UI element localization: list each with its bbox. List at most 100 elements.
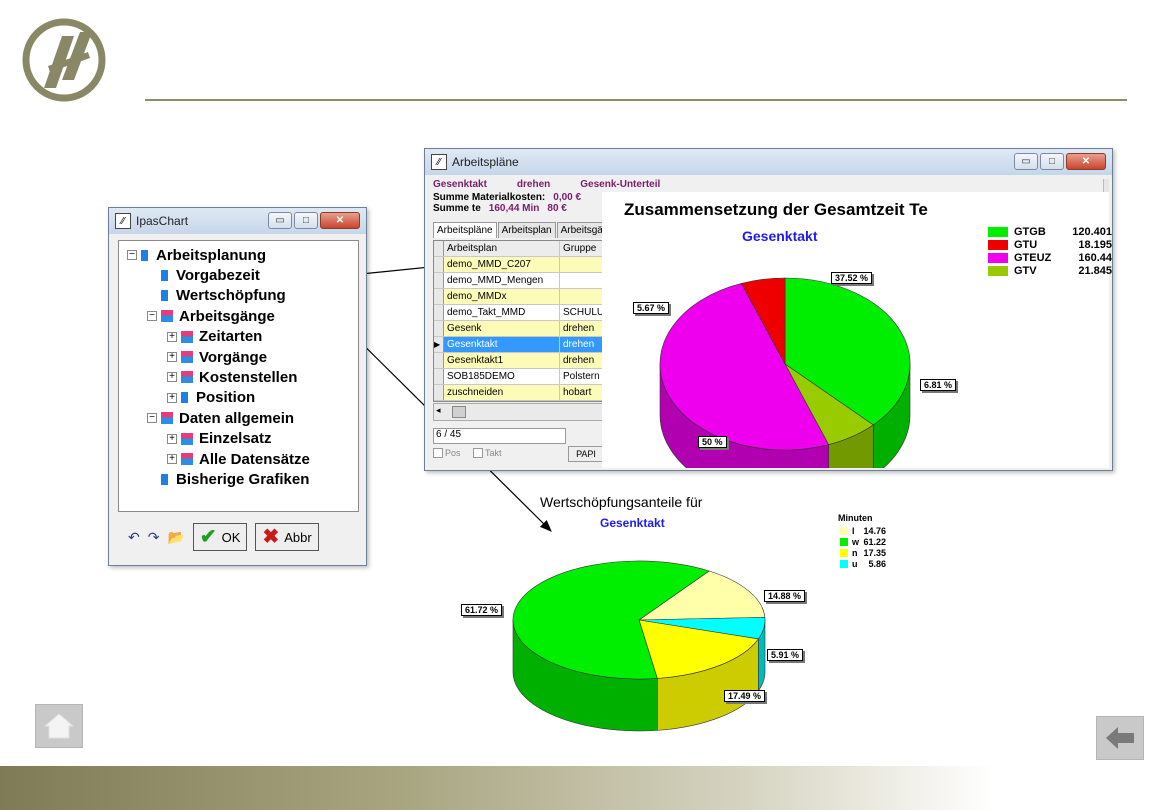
collapse-icon[interactable]: − xyxy=(147,311,157,322)
table-row[interactable]: ▶ Gesenktakt drehen xyxy=(434,337,602,353)
tree-item[interactable]: + Kostenstellen xyxy=(167,367,297,387)
cell-arbeitsplan: Gesenk xyxy=(444,321,560,336)
row-selector[interactable] xyxy=(434,385,444,400)
cell-arbeitsplan: Gesenktakt1 xyxy=(444,353,560,368)
close-button[interactable]: ✕ xyxy=(1066,153,1106,170)
legend-value: 14.76 xyxy=(863,526,886,536)
minimize-button[interactable]: ▭ xyxy=(1014,153,1038,170)
legend-name: GTU xyxy=(1014,239,1038,251)
legend-item: u 5.86 xyxy=(840,559,886,569)
checkbox-icon xyxy=(433,448,443,458)
tree-item-label: Position xyxy=(196,389,256,407)
close-button[interactable]: ✕ xyxy=(320,212,360,229)
tree-item[interactable]: + Zeitarten xyxy=(167,327,262,347)
table-header: Arbeitsplan Gruppe xyxy=(434,241,602,257)
minimize-button[interactable]: ▭ xyxy=(268,212,292,229)
folder-icon xyxy=(181,371,193,384)
legend-item: GTU 18.195 xyxy=(988,239,1112,251)
ipaschart-toolbar: ↶ ↷ 📂 ✔ OK ✖ Abbr xyxy=(118,515,359,559)
tree-item-label: Zeitarten xyxy=(199,328,263,346)
expand-icon[interactable]: + xyxy=(167,433,177,444)
expand-icon[interactable]: + xyxy=(167,352,177,362)
table-row[interactable]: demo_MMDx xyxy=(434,289,602,305)
table-row[interactable]: zuschneiden hobart xyxy=(434,385,602,401)
legend-swatch xyxy=(840,560,848,568)
maximize-button[interactable]: □ xyxy=(294,212,318,229)
legend-item: n 17.35 xyxy=(840,548,886,558)
arbeitsplaene-titlebar[interactable]: ⁄⁄ Arbeitspläne ▭ □ ✕ xyxy=(425,149,1112,175)
legend-item: GTEUZ 160.44 xyxy=(988,252,1112,264)
tree-item[interactable]: + Einzelsatz xyxy=(167,429,272,449)
material-cost-label: Summe Materialkosten: xyxy=(433,192,546,203)
collapse-icon[interactable]: − xyxy=(127,250,137,260)
expand-icon[interactable]: + xyxy=(167,331,177,342)
ipaschart-titlebar[interactable]: ⁄⁄ IpasChart ▭ □ ✕ xyxy=(109,208,366,234)
tree-item[interactable]: − Daten allgemein xyxy=(147,408,294,428)
tab-arbeitsplaene[interactable]: Arbeitspläne xyxy=(433,222,497,238)
tree-item[interactable]: Wertschöpfung xyxy=(147,286,286,306)
tree-view[interactable]: − Arbeitsplanung Vorgabezeit Wertschöpfung −… xyxy=(118,240,359,512)
tree-item[interactable]: − Arbeitsplanung xyxy=(127,245,266,265)
checkbox-icon xyxy=(473,448,483,458)
tree-item[interactable]: + Alle Datensätze xyxy=(167,449,310,469)
home-button[interactable] xyxy=(35,704,83,748)
column-header-gruppe[interactable]: Gruppe xyxy=(560,241,602,256)
cancel-button[interactable]: ✖ Abbr xyxy=(255,523,319,551)
data-label: 5.91 % xyxy=(767,649,804,661)
pos-checkbox[interactable]: Pos xyxy=(433,448,461,458)
row-selector[interactable] xyxy=(434,321,444,336)
redo-icon[interactable]: ↷ xyxy=(148,529,160,546)
legend-name: GTEUZ xyxy=(1014,252,1052,264)
table-row[interactable]: demo_MMD_C207 xyxy=(434,257,602,273)
folder-icon xyxy=(181,432,193,445)
back-button[interactable] xyxy=(1096,716,1144,760)
expand-icon[interactable]: + xyxy=(167,454,177,464)
row-selector[interactable] xyxy=(434,369,444,384)
tree-item[interactable]: Bisherige Grafiken xyxy=(147,469,309,489)
item-icon xyxy=(161,269,168,281)
table-row[interactable]: demo_Takt_MMDSCHULUN xyxy=(434,305,602,321)
legend-item: w 61.22 xyxy=(840,537,886,547)
cell-gruppe: drehen xyxy=(560,353,602,368)
table-row[interactable]: Gesenktakt1 drehen xyxy=(434,353,602,369)
collapse-icon[interactable]: − xyxy=(147,413,157,424)
record-counter: 6 / 45 xyxy=(433,428,566,444)
cell-arbeitsplan: demo_MMDx xyxy=(444,289,560,304)
legend-value: 5.86 xyxy=(868,559,886,569)
row-selector[interactable] xyxy=(434,273,444,288)
open-folder-icon[interactable]: 📂 xyxy=(167,529,184,546)
column-header-arbeitsplan[interactable]: Arbeitsplan xyxy=(444,241,560,256)
tree-item-label: Alle Datensätze xyxy=(199,450,310,468)
folder-icon xyxy=(181,351,193,363)
undo-icon[interactable]: ↶ xyxy=(128,529,140,546)
row-selector[interactable] xyxy=(434,305,444,320)
horizontal-scrollbar[interactable]: ◂ xyxy=(433,403,603,421)
row-selector[interactable] xyxy=(434,353,444,368)
pap-button[interactable]: PAPI xyxy=(568,446,604,462)
expand-icon[interactable]: + xyxy=(167,392,177,403)
cell-arbeitsplan: SOB185DEMO xyxy=(444,369,560,384)
tree-item[interactable]: + Vorgänge xyxy=(167,347,267,367)
scrollbar-thumb[interactable] xyxy=(452,406,466,418)
tree-item-label: Arbeitsplanung xyxy=(156,246,267,264)
tab-arbeitsplan[interactable]: Arbeitsplan xyxy=(497,222,556,238)
app-logo-icon: ⁄⁄ xyxy=(115,213,131,229)
table-row[interactable]: demo_MMD_Mengen xyxy=(434,273,602,289)
legend-swatch xyxy=(840,549,848,557)
tree-item[interactable]: + Position xyxy=(167,388,255,408)
row-selector[interactable] xyxy=(434,289,444,304)
arbeitsplaene-tabs: Arbeitspläne Arbeitsplan Arbeitsgänge xyxy=(433,222,625,238)
row-selector[interactable] xyxy=(434,257,444,272)
scroll-left-icon[interactable]: ◂ xyxy=(436,405,442,419)
table-row[interactable]: Gesenk drehen xyxy=(434,321,602,337)
table-row[interactable]: SOB185DEMO Polstern xyxy=(434,369,602,385)
tree-item[interactable]: − Arbeitsgänge xyxy=(147,306,275,326)
maximize-button[interactable]: □ xyxy=(1040,153,1064,170)
data-label: 61.72 % xyxy=(461,604,503,616)
expand-icon[interactable]: + xyxy=(167,372,177,383)
tree-item[interactable]: Vorgabezeit xyxy=(147,265,260,285)
ok-button[interactable]: ✔ OK xyxy=(192,523,248,551)
folder-icon xyxy=(161,310,173,323)
row-selector[interactable]: ▶ xyxy=(434,337,444,352)
takt-checkbox[interactable]: Takt xyxy=(473,448,502,458)
